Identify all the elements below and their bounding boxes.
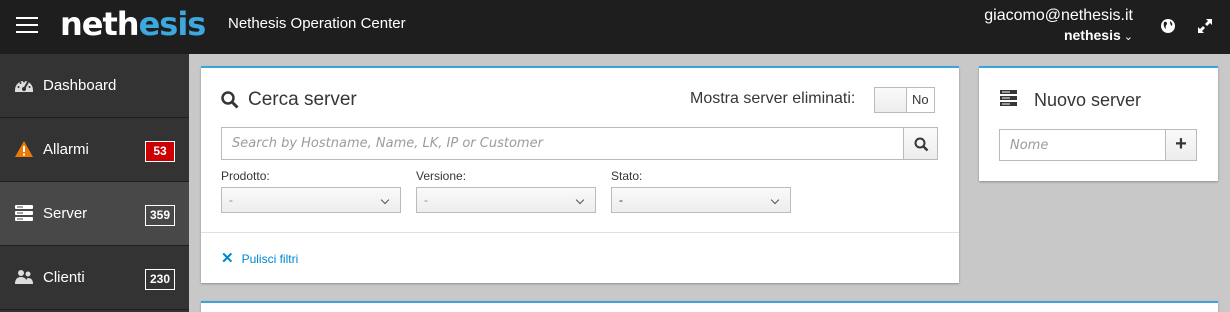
sidebar-item-allarmi[interactable]: Allarmi 53	[0, 118, 189, 182]
app-title: Nethesis Operation Center	[228, 15, 406, 32]
org-dropdown[interactable]: nethesis ⌄	[1064, 27, 1133, 43]
expand-icon[interactable]	[1196, 17, 1214, 35]
search-input[interactable]	[221, 127, 904, 160]
select-value: -	[619, 193, 623, 207]
sidebar-item-dashboard[interactable]: Dashboard	[0, 54, 189, 118]
new-server-card: Nuovo server +	[979, 66, 1218, 181]
select-value: -	[424, 193, 428, 207]
top-navbar: nethesis Nethesis Operation Center giaco…	[0, 0, 1230, 54]
sidebar-item-label: Server	[43, 205, 88, 222]
users-icon	[15, 270, 33, 284]
card-title: Cerca server	[248, 89, 357, 110]
sidebar-item-label: Dashboard	[43, 77, 117, 94]
select-value: -	[229, 193, 233, 207]
server-stack-icon	[1000, 90, 1017, 106]
card-title: Nuovo server	[1034, 90, 1142, 110]
sidebar-item-label: Clienti	[43, 269, 85, 286]
show-deleted-label: Mostra server eliminati:	[690, 90, 856, 107]
alarm-count-badge: 53	[145, 141, 175, 162]
client-count-badge: 230	[145, 269, 175, 290]
search-icon	[221, 91, 239, 109]
server-name-input[interactable]	[999, 129, 1166, 161]
search-server-card: Cerca server Mostra server eliminati: No…	[201, 66, 959, 283]
chevron-down-icon	[380, 195, 390, 205]
clear-filters-label: Pulisci filtri	[241, 252, 299, 266]
show-deleted-toggle[interactable]: No	[874, 87, 935, 113]
globe-icon[interactable]	[1159, 17, 1177, 35]
warning-icon	[15, 141, 33, 157]
status-filter-label: Stato:	[611, 169, 643, 183]
search-button[interactable]	[903, 127, 938, 160]
toggle-value: No	[912, 92, 929, 107]
version-filter-label: Versione:	[416, 169, 467, 183]
clear-filters-link[interactable]: ✕ Pulisci filtri	[221, 249, 298, 267]
product-filter-select[interactable]: -	[221, 187, 401, 213]
menu-icon[interactable]	[16, 17, 38, 33]
version-filter-select[interactable]: -	[416, 187, 596, 213]
server-count-badge: 359	[145, 205, 175, 226]
close-icon: ✕	[221, 250, 234, 267]
sidebar-item-label: Allarmi	[43, 141, 89, 158]
status-filter-select[interactable]: -	[611, 187, 791, 213]
server-icon	[15, 205, 33, 221]
search-icon	[914, 137, 929, 152]
chevron-down-icon	[770, 195, 780, 205]
sidebar-item-server[interactable]: Server 359	[0, 182, 189, 246]
product-filter-label: Prodotto:	[221, 169, 270, 183]
chevron-down-icon	[575, 195, 585, 205]
sidebar: Dashboard Allarmi 53 Server 359 Clienti …	[0, 54, 189, 312]
org-name: nethesis	[1063, 27, 1121, 43]
user-email[interactable]: giacomo@nethesis.it	[984, 7, 1133, 25]
toggle-knob	[875, 88, 907, 112]
brand-logo: nethesis	[60, 5, 206, 43]
add-server-button[interactable]: +	[1165, 129, 1197, 161]
sidebar-item-clienti[interactable]: Clienti 230	[0, 246, 189, 310]
server-list-card	[201, 301, 1218, 312]
card-divider	[201, 232, 959, 233]
dashboard-icon	[15, 80, 33, 92]
chevron-down-icon: ⌄	[1123, 31, 1133, 43]
